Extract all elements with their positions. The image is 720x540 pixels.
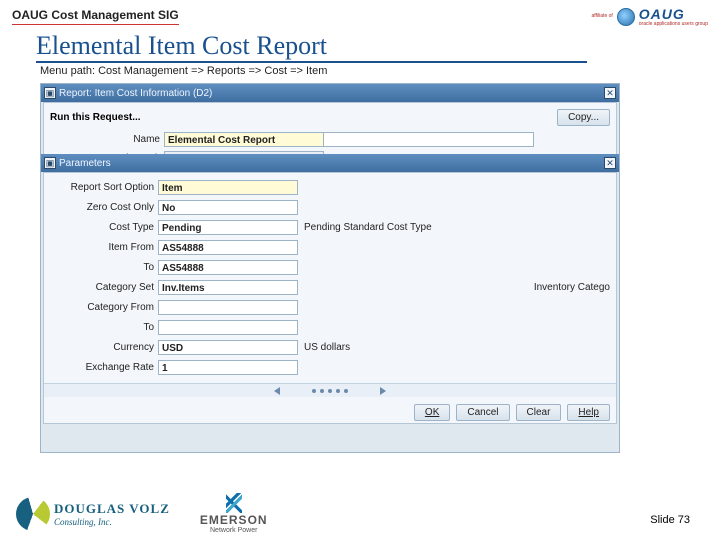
name-field[interactable]: Elemental Cost Report (164, 132, 324, 147)
zero-label: Zero Cost Only (44, 202, 154, 213)
currency-field[interactable]: USD (158, 340, 298, 355)
emerson-text: EMERSON (200, 513, 268, 527)
itemto-field[interactable]: AS54888 (158, 260, 298, 275)
sort-label: Report Sort Option (44, 182, 154, 193)
oaug-logo-sub: oracle applications users group (639, 22, 708, 27)
screenshot-area: ▣ Report: Item Cost Information (D2) ✕ R… (40, 83, 620, 453)
ok-button[interactable]: OK (414, 404, 450, 421)
oaug-logo-text: OAUG (639, 6, 708, 22)
sort-field[interactable]: Item (158, 180, 298, 195)
dv-swoosh-icon (16, 497, 50, 531)
footer-logos: DOUGLAS VOLZ Consulting, Inc. EMERSON Ne… (16, 493, 268, 534)
dv-logo-text: DOUGLAS VOLZ (54, 501, 170, 517)
emerson-sub: Network Power (210, 527, 257, 534)
run-request-label: Run this Request... (50, 112, 141, 123)
window-icon: ▣ (44, 157, 56, 169)
close-icon[interactable]: ✕ (604, 157, 616, 169)
currency-label: Currency (44, 342, 154, 353)
clear-button[interactable]: Clear (516, 404, 562, 421)
scroll-right-icon[interactable] (380, 387, 386, 395)
parameters-body: Report Sort Option Item Zero Cost Only N… (43, 172, 617, 424)
currency-desc: US dollars (304, 342, 350, 353)
catset-field[interactable]: Inv.Items (158, 280, 298, 295)
catfrom-field[interactable] (158, 300, 298, 315)
window1-titlebar: ▣ Report: Item Cost Information (D2) ✕ (41, 84, 619, 102)
itemto-label: To (44, 262, 154, 273)
emerson-logo: EMERSON Network Power (200, 493, 268, 534)
costtype-desc: Pending Standard Cost Type (304, 222, 432, 233)
costtype-label: Cost Type (44, 222, 154, 233)
copy-button[interactable]: Copy... (557, 109, 610, 126)
header-title: OAUG Cost Management SIG (12, 8, 179, 25)
menu-path: Menu path: Cost Management => Reports =>… (36, 63, 684, 83)
catto-label: To (44, 322, 154, 333)
close-icon[interactable]: ✕ (604, 87, 616, 99)
oaug-globe-icon (617, 8, 635, 26)
oaug-logo: affiliate of OAUG oracle applications us… (591, 6, 708, 27)
catset-label: Category Set (44, 282, 154, 293)
rate-field[interactable]: 1 (158, 360, 298, 375)
slide-number: Slide 73 (650, 514, 690, 526)
catset-desc: Inventory Catego (534, 282, 610, 293)
window2-title: Parameters (59, 158, 111, 169)
name-label: Name (50, 134, 160, 145)
affiliate-text: affiliate of (591, 14, 612, 19)
catfrom-label: Category From (44, 302, 154, 313)
window2-titlebar: ▣ Parameters ✕ (41, 154, 619, 172)
cancel-button[interactable]: Cancel (456, 404, 509, 421)
douglas-volz-logo: DOUGLAS VOLZ Consulting, Inc. (16, 497, 170, 531)
itemfrom-label: Item From (44, 242, 154, 253)
rate-label: Exchange Rate (44, 362, 154, 373)
help-button[interactable]: Help (567, 404, 610, 421)
dv-logo-sub: Consulting, Inc. (54, 517, 170, 527)
catto-field[interactable] (158, 320, 298, 335)
itemfrom-field[interactable]: AS54888 (158, 240, 298, 255)
zero-field[interactable]: No (158, 200, 298, 215)
name-desc-field (324, 132, 534, 147)
page-title: Elemental Item Cost Report (36, 31, 587, 63)
scroll-left-icon[interactable] (274, 387, 280, 395)
scroll-indicator[interactable] (44, 383, 616, 397)
costtype-field[interactable]: Pending (158, 220, 298, 235)
window-icon: ▣ (44, 87, 56, 99)
emerson-chevron-icon (226, 493, 242, 513)
window1-title: Report: Item Cost Information (D2) (59, 88, 212, 99)
